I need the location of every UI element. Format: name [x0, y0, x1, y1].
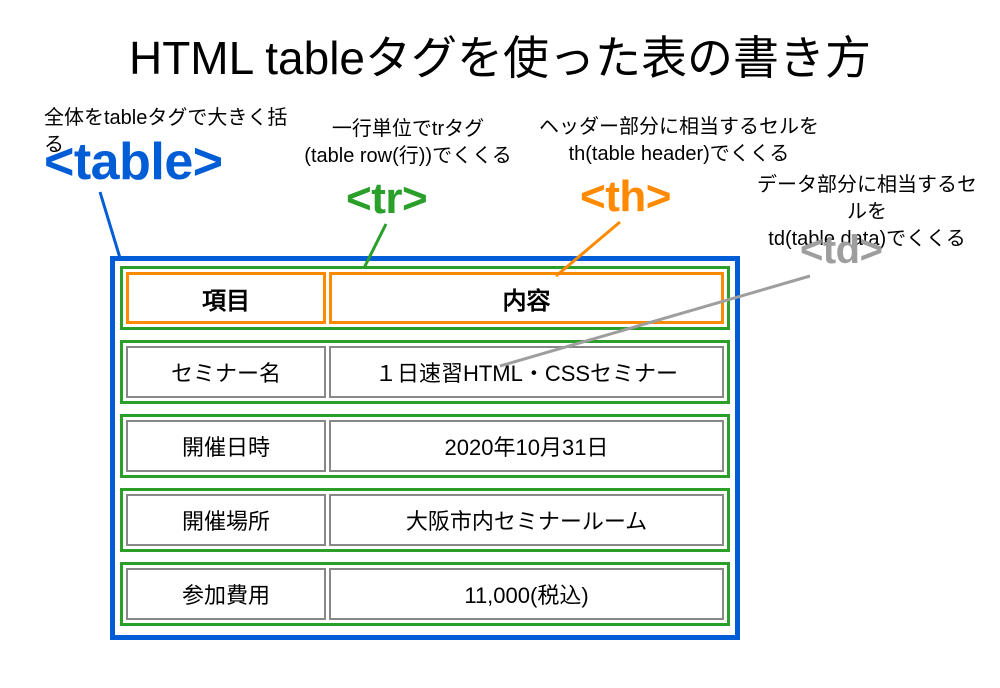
- table-cell: 参加費用: [126, 568, 326, 620]
- table-row: 開催場所 大阪市内セミナールーム: [120, 488, 730, 552]
- table-row: セミナー名 １日速習HTML・CSSセミナー: [120, 340, 730, 404]
- table-row: 開催日時 2020年10月31日: [120, 414, 730, 478]
- table-cell: 大阪市内セミナールーム: [329, 494, 724, 546]
- th-callout-note: ヘッダー部分に相当するセルを th(table header)でくくる: [534, 114, 824, 168]
- th-callout-tag: <th>: [580, 172, 671, 222]
- table-header-cell: 内容: [329, 272, 724, 324]
- tr-callout-tag: <tr>: [346, 174, 427, 224]
- table-cell: 開催場所: [126, 494, 326, 546]
- table-header-row: 項目 内容: [120, 266, 730, 330]
- table-box: 項目 内容 セミナー名 １日速習HTML・CSSセミナー 開催日時 2020年1…: [110, 256, 740, 640]
- table-header-cell: 項目: [126, 272, 326, 324]
- table-cell: １日速習HTML・CSSセミナー: [329, 346, 724, 398]
- table-callout-tag: <table>: [44, 132, 223, 192]
- table-cell: 2020年10月31日: [329, 420, 724, 472]
- page-title: HTML tableタグを使った表の書き方: [0, 22, 1000, 88]
- table-cell: セミナー名: [126, 346, 326, 398]
- td-callout-tag: <td>: [800, 228, 882, 273]
- table-row: 参加費用 11,000(税込): [120, 562, 730, 626]
- table-cell: 11,000(税込): [329, 568, 724, 620]
- tr-callout-note: 一行単位でtrタグ (table row(行))でくくる: [298, 116, 518, 170]
- table-cell: 開催日時: [126, 420, 326, 472]
